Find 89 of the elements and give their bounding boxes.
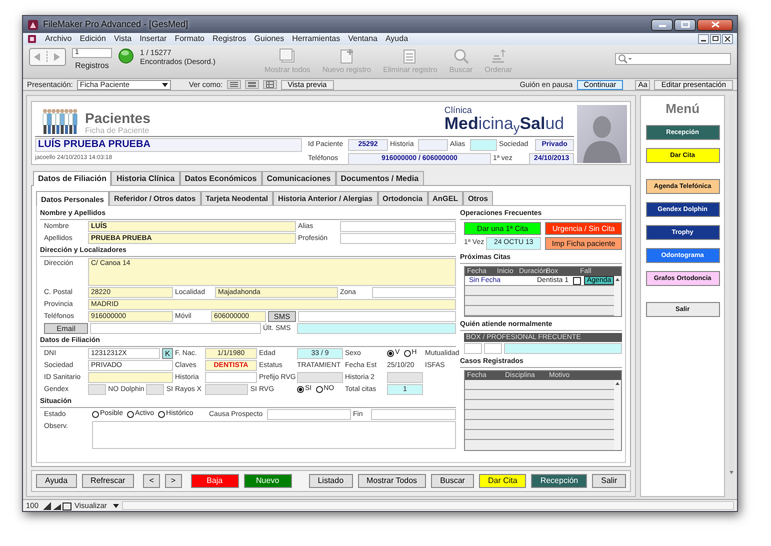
- input-field[interactable]: [464, 343, 482, 354]
- action-button[interactable]: Salir: [592, 474, 626, 488]
- action-button[interactable]: >: [164, 474, 182, 488]
- action-button[interactable]: Mostrar Todos: [358, 474, 426, 488]
- close-button[interactable]: [697, 18, 733, 30]
- menu-item[interactable]: Insertar: [140, 34, 167, 44]
- tab[interactable]: Datos de Filiación: [33, 171, 112, 186]
- input-field[interactable]: [88, 384, 106, 395]
- input-field[interactable]: [504, 343, 622, 354]
- action-button[interactable]: Baja: [190, 474, 239, 488]
- action-button[interactable]: Ayuda: [36, 474, 77, 488]
- menu-item[interactable]: Ayuda: [385, 34, 408, 44]
- input-field[interactable]: [297, 323, 456, 334]
- menu-item[interactable]: Vista: [114, 34, 132, 44]
- form-view-icon: [230, 81, 238, 88]
- menu-item[interactable]: Formato: [174, 34, 204, 44]
- app-icon: [27, 18, 39, 30]
- scrollbar[interactable]: [614, 380, 622, 450]
- caret-icon: [162, 82, 168, 86]
- table-view-icon: [266, 81, 274, 88]
- search-icon: [452, 48, 469, 64]
- record-navigation-icon[interactable]: [29, 48, 66, 66]
- menu-item[interactable]: Ventana: [348, 34, 378, 44]
- input-field[interactable]: [297, 372, 343, 383]
- input-field[interactable]: [470, 138, 497, 151]
- tab[interactable]: Datos Económicos: [180, 171, 262, 185]
- document-icon: [27, 34, 37, 44]
- window-title: FileMaker Pro Advanced - [GesMed]: [43, 19, 188, 30]
- tab[interactable]: Comunicaciones: [262, 171, 336, 185]
- close-icon: [710, 21, 720, 28]
- menu-title: Menú: [666, 101, 700, 117]
- input-field[interactable]: [90, 323, 261, 334]
- input-field[interactable]: [372, 287, 456, 298]
- scrollbar[interactable]: [614, 276, 622, 316]
- checkbox[interactable]: [573, 277, 581, 285]
- input-field[interactable]: [92, 421, 456, 449]
- menu-item[interactable]: Herramientas: [292, 34, 340, 44]
- input-field[interactable]: [340, 221, 456, 232]
- action-button[interactable]: Nuevo: [244, 474, 292, 488]
- new-page-icon: [338, 48, 355, 64]
- input-field[interactable]: [484, 343, 502, 354]
- view-button[interactable]: [262, 80, 277, 89]
- menu-item[interactable]: Edición: [80, 34, 106, 44]
- action-button[interactable]: Buscar: [431, 474, 474, 488]
- scrollbar[interactable]: [122, 501, 734, 510]
- input-field[interactable]: [298, 311, 456, 322]
- action-button[interactable]: Listado: [308, 474, 353, 488]
- list-page-icon: [402, 48, 418, 64]
- action-button[interactable]: <: [143, 474, 160, 488]
- search-icon: [618, 54, 632, 64]
- minimize-icon[interactable]: [698, 34, 709, 44]
- avatar-silhouette: [577, 105, 628, 163]
- patient-name-field[interactable]: LUÍS PRUEBA PRUEBA: [35, 138, 302, 152]
- restore-icon[interactable]: [710, 34, 721, 44]
- tab[interactable]: Historia Clínica: [111, 171, 180, 185]
- input-field[interactable]: [418, 138, 448, 151]
- input-field[interactable]: [267, 409, 351, 420]
- search-field[interactable]: [615, 53, 731, 65]
- list-view-icon: [248, 81, 256, 88]
- input-field[interactable]: [340, 233, 456, 244]
- view-button[interactable]: [226, 80, 241, 89]
- maximize-icon: [680, 21, 690, 28]
- tab[interactable]: Documentos / Media: [336, 171, 424, 185]
- input-field[interactable]: [387, 372, 423, 383]
- close-icon[interactable]: [722, 34, 733, 44]
- action-button[interactable]: Dar Cita: [478, 474, 526, 488]
- input-field[interactable]: [146, 384, 164, 395]
- menu-item[interactable]: Archivo: [45, 34, 72, 44]
- input-field[interactable]: [371, 409, 456, 420]
- stack-icon: [279, 48, 296, 64]
- caret-icon: [112, 504, 119, 508]
- action-button[interactable]: Refrescar: [82, 474, 134, 488]
- records-label: Registros: [75, 61, 109, 71]
- maximize-button[interactable]: [674, 18, 696, 30]
- input-field[interactable]: [88, 372, 173, 383]
- input-field[interactable]: [205, 384, 248, 395]
- status-pie-icon: [118, 48, 134, 64]
- action-button[interactable]: Recepción: [531, 474, 588, 488]
- minimize-button[interactable]: [651, 18, 673, 30]
- clinic-name: Medicina$_{y}$Salud: [444, 115, 564, 133]
- sort-icon: [490, 48, 506, 64]
- input-field[interactable]: [205, 372, 257, 383]
- view-button[interactable]: [244, 80, 259, 89]
- clinic-label: Clínica: [444, 105, 473, 115]
- menu-item[interactable]: Guiones: [254, 34, 284, 44]
- page-title: Pacientes: [85, 110, 150, 126]
- menu-item[interactable]: Registros: [212, 34, 246, 44]
- zoom-controls-icon[interactable]: [42, 500, 72, 510]
- page-subtitle: Ficha de Paciente: [85, 126, 150, 136]
